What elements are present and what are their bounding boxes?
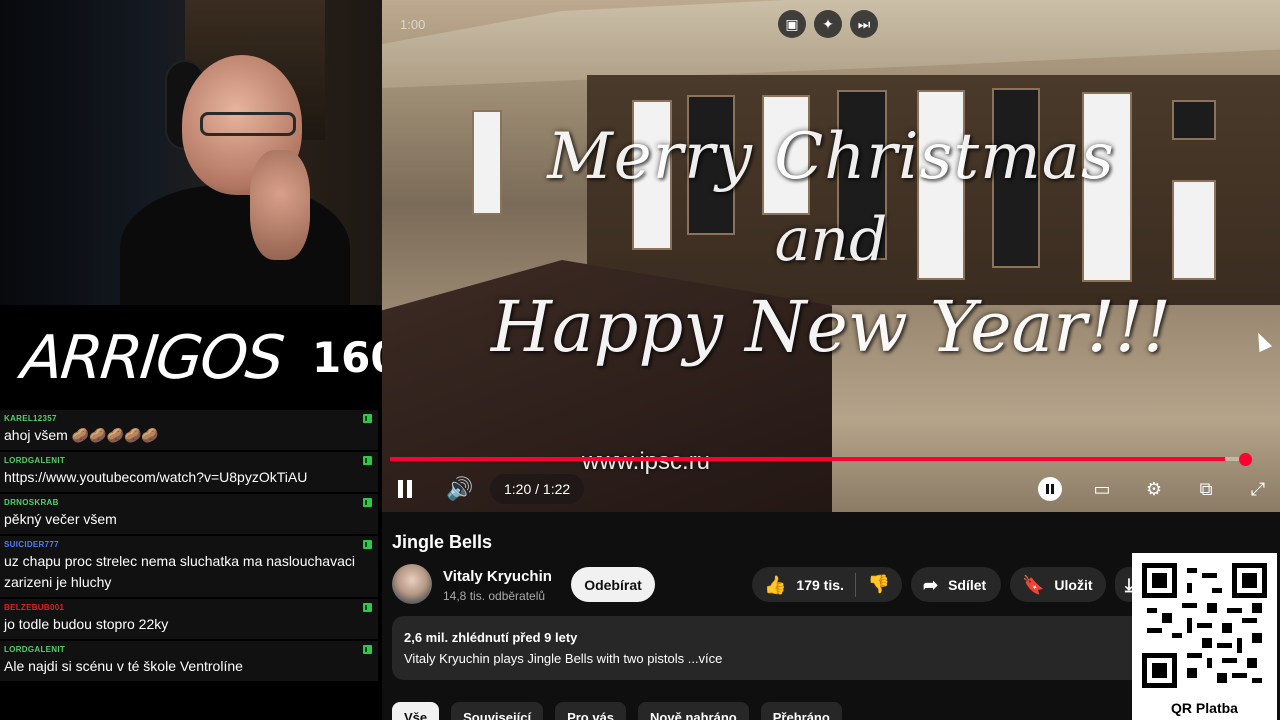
glasses xyxy=(200,112,296,136)
chip-related[interactable]: Související xyxy=(451,702,544,720)
save-label: Uložit xyxy=(1054,576,1093,593)
chat-text: jo todle budou stopro 22ky xyxy=(4,616,169,632)
volume-icon[interactable]: 🔊 xyxy=(446,474,473,504)
brand-name: ARRIGOS xyxy=(18,322,286,393)
video-title: Jingle Bells xyxy=(392,532,493,552)
video-player[interactable]: 1:00 ▣ ✦ ⏭ Merry Christmas and Happy New… xyxy=(382,0,1280,512)
chat-username: SUICIDER777 xyxy=(4,540,59,549)
recommendation-chips: Vše Související Pro vás Nově nahráno Pře… xyxy=(392,702,842,720)
chat-username: LORDGALENIT xyxy=(4,456,66,465)
chat-text: uz chapu proc strelec nema sluchatka ma … xyxy=(4,553,355,590)
overlay-line-3: Happy New Year!!! xyxy=(490,286,1172,368)
qr-code-icon xyxy=(1142,563,1267,688)
like-dislike-group: 👍 179 tis. 👎 xyxy=(752,567,902,602)
chat-text: Ale najdi si scénu v té škole Ventrolíne xyxy=(4,658,243,674)
chip-recently-uploaded[interactable]: Nově nahráno xyxy=(638,702,749,720)
time-display: 1:20 / 1:22 xyxy=(490,474,585,504)
dislike-button[interactable]: 👎 xyxy=(856,574,902,595)
kick-badge-icon xyxy=(363,645,372,654)
chat-message: KAREL12357 ahoj všem 🥔🥔🥔🥔🥔 xyxy=(0,410,378,452)
progress-fill xyxy=(390,457,1225,461)
overlay-line-2: and xyxy=(774,205,888,275)
description-text: Vitaly Kryuchin plays Jingle Bells with … xyxy=(404,651,723,666)
streamer-hand xyxy=(250,150,310,260)
subscribe-button[interactable]: Odebírat xyxy=(571,567,655,602)
subtitles-icon[interactable]: ▭ xyxy=(1087,474,1117,504)
chat-text: https://www.youtubecom/watch?v=U8pyzOkTi… xyxy=(4,469,308,485)
pause-button[interactable] xyxy=(396,474,420,504)
screen: ARRIGOS 160 KAREL12357 ahoj všem 🥔🥔🥔🥔🥔 L… xyxy=(0,0,1280,720)
chat-message: BELZEBUB001 jo todle budou stopro 22ky xyxy=(0,599,378,641)
streamer-body xyxy=(120,185,350,305)
chat-username: DRNOSKRAB xyxy=(4,498,59,507)
chat-message: DRNOSKRAB pěkný večer všem xyxy=(0,494,378,536)
kick-badge-icon xyxy=(363,456,372,465)
chip-watched[interactable]: Přehráno xyxy=(760,702,842,720)
overlay-timestamp: 1:00 xyxy=(400,17,426,32)
chip-for-you[interactable]: Pro vás xyxy=(555,702,627,720)
chat-message: SUICIDER777 uz chapu proc strelec nema s… xyxy=(0,536,378,599)
kick-badge-icon xyxy=(363,414,372,423)
share-button[interactable]: ➦ Sdílet xyxy=(911,567,1001,602)
chat-message: LORDGALENIT Ale najdi si scénu v té škol… xyxy=(0,641,378,683)
description-box[interactable]: 2,6 mil. zhlédnutí před 9 lety Vitaly Kr… xyxy=(392,616,1152,680)
kick-badge-icon xyxy=(363,540,372,549)
like-count: 179 tis. xyxy=(796,576,844,593)
watermark-url: www.ipsc.ru xyxy=(582,448,711,475)
sparkle-icon[interactable]: ✦ xyxy=(814,10,842,38)
settings-icon[interactable]: ⚙ xyxy=(1139,474,1169,504)
progress-bar[interactable] xyxy=(390,457,1246,461)
scrubber-handle[interactable] xyxy=(1239,453,1252,466)
qr-label: QR Platba xyxy=(1171,700,1238,716)
fullscreen-icon[interactable]: ⤢ xyxy=(1243,474,1273,504)
subscriber-count: 14,8 tis. odběratelů xyxy=(443,589,546,603)
stream-logo: ARRIGOS 160 xyxy=(0,305,400,410)
chat-text: pěkný večer všem xyxy=(4,511,117,527)
share-icon: ➦ xyxy=(923,574,939,595)
chip-all[interactable]: Vše xyxy=(392,702,440,720)
share-label: Sdílet xyxy=(948,576,987,593)
player-top-buttons: ▣ ✦ ⏭ xyxy=(778,10,878,38)
overlay-line-1: Merry Christmas xyxy=(547,120,1115,194)
save-button[interactable]: 🔖 Uložit xyxy=(1010,567,1106,602)
thumbs-down-icon: 👎 xyxy=(867,574,891,594)
picture-in-picture-icon[interactable]: ▣ xyxy=(778,10,806,38)
channel-avatar[interactable] xyxy=(392,564,432,604)
qr-payment: QR Platba xyxy=(1132,553,1277,720)
chat-username: KAREL12357 xyxy=(4,414,57,423)
chat-username: LORDGALENIT xyxy=(4,645,66,654)
channel-name[interactable]: Vitaly Kryuchin xyxy=(443,568,552,585)
chat-username: BELZEBUB001 xyxy=(4,603,65,612)
webcam-feed xyxy=(0,0,382,305)
theater-mode-icon[interactable]: ⧉ xyxy=(1191,474,1221,504)
chat-text: ahoj všem 🥔🥔🥔🥔🥔 xyxy=(4,427,159,443)
bookmark-icon: 🔖 xyxy=(1022,574,1045,595)
like-button[interactable]: 👍 179 tis. xyxy=(752,572,856,597)
kick-badge-icon xyxy=(363,498,372,507)
skip-next-icon[interactable]: ⏭ xyxy=(850,10,878,38)
player-right-controls: ▭ ⚙ ⧉ ⤢ xyxy=(1087,474,1273,504)
chat-message: LORDGALENIT https://www.youtubecom/watch… xyxy=(0,452,378,494)
chat-panel: KAREL12357 ahoj všem 🥔🥔🥔🥔🥔 LORDGALENIT h… xyxy=(0,410,382,720)
thumbs-up-icon: 👍 xyxy=(764,574,787,595)
kick-badge-icon xyxy=(363,603,372,612)
view-meta: 2,6 mil. zhlédnutí před 9 lety xyxy=(404,630,578,645)
autoplay-toggle[interactable] xyxy=(1038,477,1062,501)
